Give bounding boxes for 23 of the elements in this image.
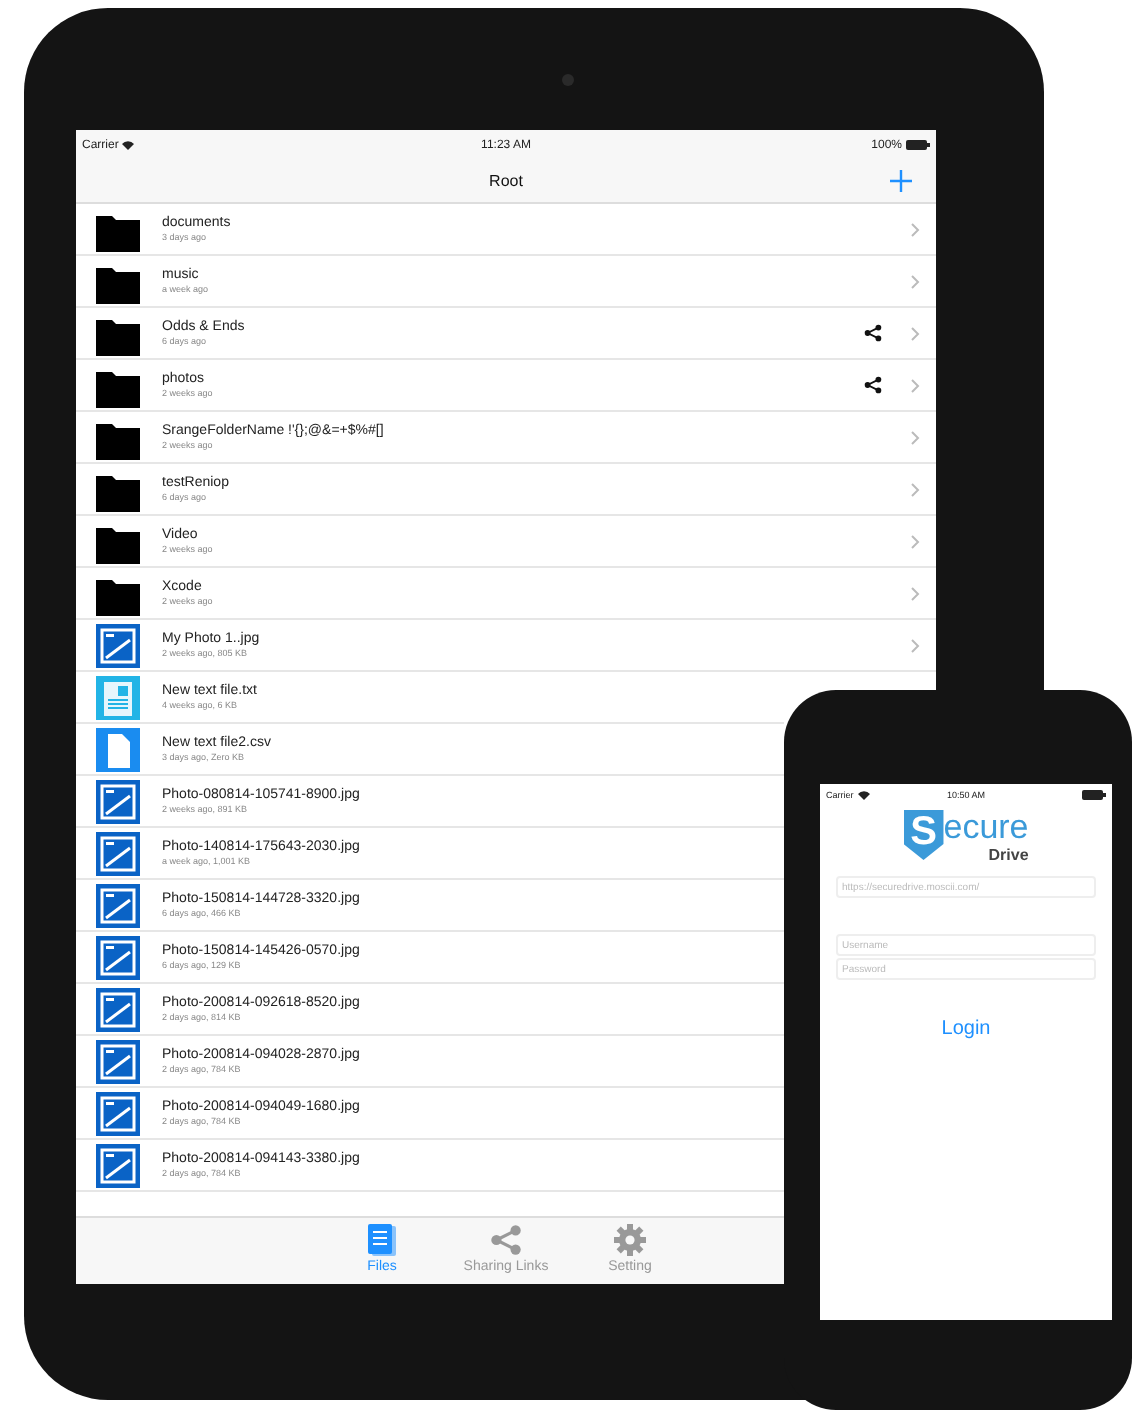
image-icon xyxy=(96,1143,140,1187)
share-icon xyxy=(490,1224,522,1256)
battery-icon xyxy=(1081,789,1106,799)
wifi-icon xyxy=(122,140,135,150)
image-icon xyxy=(96,1091,140,1135)
text-file-icon xyxy=(96,675,140,719)
image-icon xyxy=(96,935,140,979)
image-icon xyxy=(96,883,140,927)
document-icon xyxy=(96,727,140,771)
wifi-icon xyxy=(857,789,870,799)
add-icon[interactable] xyxy=(890,170,912,192)
nav-title: Root xyxy=(489,172,523,190)
logo-initial: S xyxy=(903,810,944,860)
image-icon xyxy=(96,1039,140,1083)
settings-icon xyxy=(614,1224,646,1256)
logo-word: ecure xyxy=(943,810,1029,846)
image-icon xyxy=(96,987,140,1031)
battery-icon xyxy=(906,140,930,150)
image-icon xyxy=(96,779,140,823)
logo-subtitle: Drive xyxy=(988,846,1029,864)
document-icon xyxy=(368,1224,396,1256)
image-icon xyxy=(96,831,140,875)
image-icon xyxy=(96,623,140,667)
